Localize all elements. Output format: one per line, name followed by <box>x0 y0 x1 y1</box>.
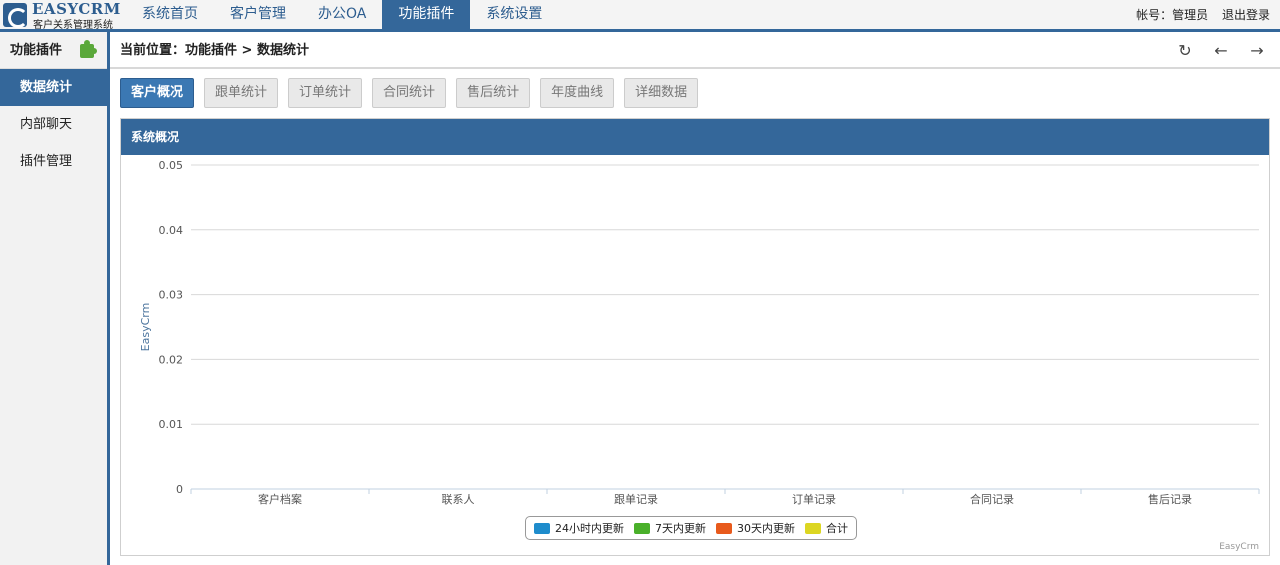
main-nav: 系统首页 客户管理 办公OA 功能插件 系统设置 <box>126 0 558 29</box>
legend-label: 7天内更新 <box>655 522 706 535</box>
nav-item-office-oa[interactable]: 办公OA <box>302 0 382 29</box>
sidebar-item-data-stats[interactable]: 数据统计 <box>0 69 107 106</box>
overview-chart: 0 0.01 0.02 0.03 0.04 0.05 EasyCrm 客户档案 联系人 跟单记录 订… <box>139 159 1260 506</box>
sidebar: 功能插件 数据统计 内部聊天 插件管理 <box>0 32 110 565</box>
app-logo[interactable]: EASYCRM 客户关系管理系统 <box>0 0 122 31</box>
breadcrumb-bar: 当前位置：功能插件 > 数据统计 ↻ ← → <box>110 32 1280 69</box>
y-tick-label: 0.01 <box>159 418 184 431</box>
sidebar-title: 功能插件 <box>10 43 63 58</box>
legend-swatch <box>716 522 732 534</box>
tab-aftersales-stats[interactable]: 售后统计 <box>456 78 531 108</box>
sidebar-header: 功能插件 <box>0 32 107 69</box>
y-tick-label: 0.05 <box>159 159 184 172</box>
chart-credit: EasyCrm <box>1219 542 1259 552</box>
x-tick-label: 订单记录 <box>792 493 836 506</box>
nav-item-settings[interactable]: 系统设置 <box>470 0 558 29</box>
x-tick-label: 合同记录 <box>970 492 1014 506</box>
page-actions: ↻ ← → <box>1176 42 1266 60</box>
tab-customer-overview[interactable]: 客户概况 <box>120 78 195 108</box>
legend-item[interactable]: 24小时内更新 <box>534 520 624 536</box>
breadcrumb: 当前位置：功能插件 > 数据统计 <box>120 43 309 58</box>
x-tick-label: 售后记录 <box>1148 492 1192 506</box>
x-tick-label: 跟单记录 <box>614 493 658 506</box>
nav-item-plugins[interactable]: 功能插件 <box>382 0 471 29</box>
y-tick-label: 0.02 <box>159 353 184 366</box>
chart-legend: 24小时内更新 7天内更新 30天内更新 合计 <box>525 516 857 540</box>
nav-item-customers[interactable]: 客户管理 <box>214 0 302 29</box>
tab-annual-curve[interactable]: 年度曲线 <box>540 78 615 108</box>
x-tick-label: 联系人 <box>442 493 475 506</box>
y-axis-title: EasyCrm <box>139 303 152 352</box>
overview-panel: 系统概况 0 0.01 0.02 0.03 0.04 0.05 EasyCrm 客户档案 联系人… <box>120 118 1270 556</box>
user-area: 帐号：管理员 退出登录 <box>1126 0 1270 29</box>
stats-tabs: 客户概况 跟单统计 订单统计 合同统计 售后统计 年度曲线 详细数据 <box>120 78 699 108</box>
sidebar-item-internal-chat[interactable]: 内部聊天 <box>0 106 107 143</box>
logo-subtitle: 客户关系管理系统 <box>33 20 113 31</box>
tab-contract-stats[interactable]: 合同统计 <box>372 78 447 108</box>
account-label: 帐号：管理员 <box>1136 8 1209 22</box>
panel-title: 系统概况 <box>121 119 1269 155</box>
tab-detail-data[interactable]: 详细数据 <box>624 78 699 108</box>
top-bar: EASYCRM 客户关系管理系统 系统首页 客户管理 办公OA 功能插件 系统设… <box>0 0 1280 32</box>
sidebar-item-plugin-manage[interactable]: 插件管理 <box>0 143 107 180</box>
y-tick-label: 0.04 <box>159 224 184 237</box>
refresh-icon[interactable]: ↻ <box>1176 42 1194 60</box>
back-arrow-icon[interactable]: ← <box>1212 42 1230 60</box>
legend-item[interactable]: 7天内更新 <box>634 520 706 536</box>
logout-link[interactable]: 退出登录 <box>1222 8 1270 22</box>
legend-label: 合计 <box>826 522 848 535</box>
y-tick-label: 0 <box>176 483 183 496</box>
legend-item[interactable]: 合计 <box>805 520 848 536</box>
nav-item-home[interactable]: 系统首页 <box>126 0 214 29</box>
legend-label: 30天内更新 <box>737 522 795 535</box>
logo-icon <box>3 3 28 28</box>
tab-followup-stats[interactable]: 跟单统计 <box>204 78 279 108</box>
legend-swatch <box>534 522 550 534</box>
y-tick-label: 0.03 <box>159 289 184 302</box>
legend-swatch <box>805 522 821 534</box>
legend-item[interactable]: 30天内更新 <box>716 520 795 536</box>
x-tick-label: 客户档案 <box>258 492 302 506</box>
legend-swatch <box>634 522 650 534</box>
forward-arrow-icon[interactable]: → <box>1248 42 1266 60</box>
tab-order-stats[interactable]: 订单统计 <box>288 78 363 108</box>
legend-label: 24小时内更新 <box>555 522 624 535</box>
puzzle-icon <box>80 40 97 58</box>
